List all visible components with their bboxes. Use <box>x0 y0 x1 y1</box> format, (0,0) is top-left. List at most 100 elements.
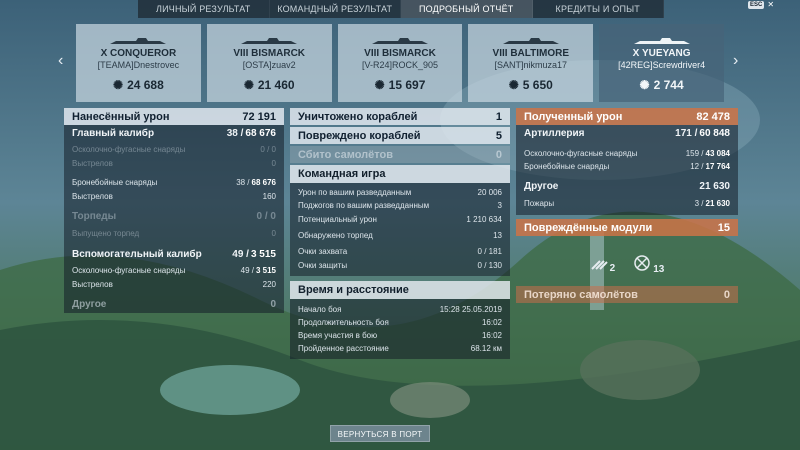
team-row-value: 0 / 181 <box>477 247 502 256</box>
received-he-label: Осколочно-фугасные снаряды <box>524 149 638 158</box>
ship-silhouette-icon <box>338 36 463 46</box>
team-play-row: Очки захвата 0 / 181 <box>290 244 510 259</box>
received-other-row: Другое 21 630 <box>516 178 738 195</box>
tab-bar: ЛИЧНЫЙ РЕЗУЛЬТАТ КОМАНДНЫЙ РЕЗУЛЬТАТ ПОД… <box>138 0 664 18</box>
time-row-value: 15:28 25.05.2019 <box>439 305 502 314</box>
tab-personal-result[interactable]: ЛИЧНЫЙ РЕЗУЛЬТАТ <box>138 0 270 18</box>
damage-dealt-panel: Нанесённый урон 72 191 Главный калибр 38… <box>64 108 284 313</box>
ship-card[interactable]: X YUEYANG [42REG]Screwdriver4 ✺ 2 744 <box>599 24 724 102</box>
received-ap-row: Бронебойные снаряды 12 /17 764 <box>516 160 738 173</box>
torpedoes-fired-row: Выпущено торпед 0 <box>64 225 284 241</box>
secondary-hits: 49 / <box>232 249 249 260</box>
team-row-value: 1 210 634 <box>466 215 502 224</box>
ap-shots-value: 160 <box>262 192 276 201</box>
time-distance-header: Время и расстояние <box>290 281 510 299</box>
module-item: 2 <box>590 255 615 274</box>
torpedoes-value: 0 / 0 <box>256 211 276 222</box>
time-row-label: Начало боя <box>298 305 342 314</box>
tab-team-result[interactable]: КОМАНДНЫЙ РЕЗУЛЬТАТ <box>270 0 401 18</box>
lost-planes-value: 0 <box>723 288 730 301</box>
damage-received-value: 82 478 <box>696 110 730 123</box>
ap-shots-row: Выстрелов 160 <box>64 190 284 203</box>
secondary-he-label: Осколочно-фугасные снаряды <box>72 266 186 275</box>
aa-gun-icon <box>633 254 651 275</box>
ship-name: X YUEYANG <box>632 48 691 59</box>
ship-silhouette-icon <box>207 36 332 46</box>
secondary-caliber-row: Вспомогательный калибр 49 /3 515 <box>64 246 284 263</box>
secondary-shots-label: Выстрелов <box>72 280 113 289</box>
player-name: [42REG]Screwdriver4 <box>618 60 706 70</box>
secondary-caliber-label: Вспомогательный калибр <box>72 249 202 260</box>
damage-received-label: Полученный урон <box>524 110 623 123</box>
secondary-shots-row: Выстрелов 220 <box>64 278 284 291</box>
torpedoes-row: Торпеды 0 / 0 <box>64 208 284 225</box>
ship-silhouette-icon <box>468 36 593 46</box>
team-play-title: Командная игра <box>298 168 386 180</box>
ships-destroyed-value: 1 <box>495 110 502 123</box>
main-caliber-hits: 38 / <box>226 128 244 139</box>
damage-value: ✺ 21 460 <box>243 78 295 92</box>
ships-destroyed-row: Уничтожено кораблей 1 <box>290 108 510 125</box>
planes-shot-row: Сбито самолётов 0 <box>290 146 510 163</box>
ap-hits: 38 / <box>236 178 250 187</box>
planes-shot-value: 0 <box>495 148 502 161</box>
time-row: Продолжительность боя 16:02 <box>290 316 510 329</box>
damage-icon: ✺ <box>374 78 385 92</box>
received-ap-hits: 12 / <box>690 162 704 171</box>
received-he-row: Осколочно-фугасные снаряды 159 /43 084 <box>516 147 738 160</box>
received-he-hits: 159 / <box>685 149 704 158</box>
fires-row: Пожары 3 /21 630 <box>516 195 738 211</box>
ships-damaged-label: Повреждено кораблей <box>298 129 421 142</box>
damage-icon: ✺ <box>639 78 650 92</box>
damaged-modules-label: Повреждённые модули <box>524 221 653 234</box>
return-to-port-button[interactable]: ВЕРНУТЬСЯ В ПОРТ <box>330 425 430 442</box>
ship-name: X CONQUEROR <box>100 48 177 59</box>
damaged-modules-value: 15 <box>717 221 730 234</box>
ship-card[interactable]: VIII BALTIMORE [SANT]nikmuza17 ✺ 5 650 <box>468 24 594 102</box>
artillery-label: Артиллерия <box>524 128 585 139</box>
module-count: 13 <box>653 263 665 275</box>
module-item: 13 <box>633 254 664 275</box>
ship-card[interactable]: VIII BISMARCK [V-R24]ROCK_905 ✺ 15 697 <box>337 24 463 102</box>
tab-detailed-report[interactable]: ПОДРОБНЫЙ ОТЧЁТ <box>401 0 533 18</box>
team-row-value: 13 <box>493 231 502 240</box>
ships-destroyed-label: Уничтожено кораблей <box>298 110 418 123</box>
chevron-left-icon[interactable]: ‹ <box>58 52 63 70</box>
time-row: Начало боя 15:28 25.05.2019 <box>290 303 510 316</box>
team-play-row: Поджогов по вашим разведданным 3 <box>290 199 510 212</box>
chevron-right-icon[interactable]: › <box>733 52 738 70</box>
ap-shots-label: Выстрелов <box>72 192 113 201</box>
ship-card[interactable]: VIII BISMARCK [OSTA]zuav2 ✺ 21 460 <box>206 24 332 102</box>
main-caliber-label: Главный калибр <box>72 128 155 139</box>
damage-dealt-value: 72 191 <box>242 110 276 123</box>
he-shots-value: 0 <box>271 159 276 168</box>
secondary-damage: 3 515 <box>250 249 276 260</box>
esc-close-button[interactable]: ESC ✕ <box>748 0 774 9</box>
torpedoes-label: Торпеды <box>72 211 117 222</box>
damage-value: ✺ 15 697 <box>374 78 426 92</box>
ship-silhouette-icon <box>76 36 201 46</box>
fires-damage: 21 630 <box>705 198 730 208</box>
time-row-label: Время участия в бою <box>298 331 378 340</box>
ships-damaged-value: 5 <box>495 129 502 142</box>
time-row-label: Продолжительность боя <box>298 318 389 327</box>
time-row-value: 68.12 км <box>470 344 502 353</box>
team-row-value: 0 / 130 <box>477 261 502 270</box>
ap-shells-label: Бронебойные снаряды <box>72 178 158 187</box>
he-shells-label: Осколочно-фугасные снаряды <box>72 145 186 154</box>
ship-name: VIII BISMARCK <box>364 48 436 59</box>
battle-stats-panel: Уничтожено кораблей 1 Повреждено корабле… <box>290 108 510 359</box>
team-play-row: Потенциальный урон 1 210 634 <box>290 212 510 227</box>
received-ap-damage: 17 764 <box>705 162 730 171</box>
time-row-value: 16:02 <box>481 318 502 327</box>
tab-credits-xp[interactable]: КРЕДИТЫ И ОПЫТ <box>533 0 664 18</box>
ship-card[interactable]: X CONQUEROR [TEAMA]Dnestrovec ✺ 24 688 <box>76 24 201 102</box>
damaged-modules-header: Повреждённые модули 15 <box>516 219 738 236</box>
team-row-value: 3 <box>497 201 502 210</box>
ap-shells-row: Бронебойные снаряды 38 /68 676 <box>64 175 284 190</box>
team-play-row: Обнаружено торпед 13 <box>290 227 510 244</box>
player-name: [V-R24]ROCK_905 <box>361 60 439 70</box>
secondary-he-row: Осколочно-фугасные снаряды 49 /3 515 <box>64 263 284 278</box>
team-row-label: Потенциальный урон <box>298 215 377 224</box>
other-damage-label: Другое <box>72 299 107 310</box>
